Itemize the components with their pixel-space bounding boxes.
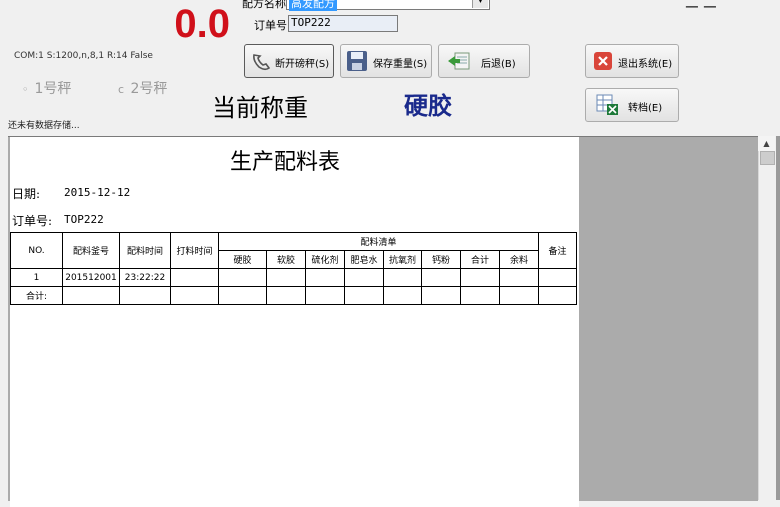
vertical-scrollbar[interactable]: [758, 136, 776, 500]
cell-material: [218, 268, 267, 287]
transfer-file-label: 转档(E): [628, 103, 663, 114]
com-port-status: COM:1 S:1200,n,8,1 R:14 False: [14, 51, 153, 61]
formula-label: 配方名称:: [242, 0, 290, 10]
cell-empty: [266, 286, 306, 305]
scale-2-label: 2号秤: [130, 81, 168, 97]
header-material: 抗氧剂: [383, 250, 422, 269]
scroll-up-arrow-icon[interactable]: ▲: [758, 136, 775, 151]
cell-empty: [344, 286, 384, 305]
header-material: 钙粉: [421, 250, 461, 269]
header-material: 硬胶: [218, 250, 267, 269]
cell-empty: [170, 286, 219, 305]
cell-no: 1: [10, 268, 63, 287]
table-total-row: 合计:: [10, 286, 577, 305]
cell-empty: [421, 286, 461, 305]
header-material: 软胶: [266, 250, 306, 269]
scale-1-label: 1号秤: [34, 81, 72, 97]
status-message: 还未有数据存储...: [8, 121, 80, 131]
cell-material: [499, 268, 539, 287]
report-order-value: TOP222: [64, 213, 104, 226]
header-batch-no: 配料釜号: [62, 232, 120, 269]
cell-material: [266, 268, 306, 287]
cell-empty: [62, 286, 120, 305]
back-arrow-icon: [448, 52, 470, 70]
report-order-label: 订单号:: [12, 214, 53, 228]
cell-material: [383, 268, 422, 287]
header-material: 肥皂水: [344, 250, 384, 269]
radio-unselected-icon: c: [118, 83, 125, 96]
back-button[interactable]: 后退(B): [438, 44, 530, 78]
weight-readout: 0.0: [174, 2, 230, 46]
back-label: 后退(B): [481, 59, 516, 70]
scrollbar-thumb[interactable]: [760, 151, 775, 165]
disconnect-scale-label: 断开磅秤(S): [275, 59, 330, 70]
report-date-label: 日期:: [12, 187, 41, 201]
header-material: 合计: [460, 250, 500, 269]
cell-empty: [383, 286, 422, 305]
cell-batch-no: 201512001: [62, 268, 120, 287]
exit-system-button[interactable]: 退出系统(E): [585, 44, 679, 78]
cell-material: [421, 268, 461, 287]
disconnect-scale-button[interactable]: 断开磅秤(S): [244, 44, 334, 78]
table-row: 1 201512001 23:22:22: [10, 268, 577, 287]
header-material: 余料: [499, 250, 539, 269]
header-remark: 备注: [538, 232, 577, 269]
cell-material: [305, 268, 345, 287]
report-title: 生产配料表: [230, 150, 341, 175]
cell-empty: [538, 286, 577, 305]
cell-empty: [119, 286, 171, 305]
cell-material: [460, 268, 500, 287]
cell-empty: [218, 286, 267, 305]
batching-table: NO. 配料釜号 配料时间 打料时间 配料清单 备注 硬胶 软胶 硫化剂 肥皂水…: [10, 232, 577, 305]
top-right-indicator: ㄧㄧ: [684, 0, 721, 17]
phone-icon: [253, 54, 271, 71]
cell-empty: [305, 286, 345, 305]
save-weight-label: 保存重量(S): [373, 59, 428, 70]
cell-remark: [538, 268, 577, 287]
cell-empty: [460, 286, 500, 305]
header-pour-time: 打料时间: [170, 232, 219, 269]
right-edge-frame: [776, 136, 780, 500]
cell-batch-time: 23:22:22: [119, 268, 171, 287]
exit-system-label: 退出系统(E): [618, 59, 673, 70]
current-material-name: 硬胶: [404, 91, 452, 120]
transfer-file-button[interactable]: 转档(E): [585, 88, 679, 122]
radio-selected-icon: ◦: [22, 83, 29, 96]
cell-pour-time: [170, 268, 219, 287]
scale-1-radio[interactable]: ◦ 1号秤: [22, 78, 71, 98]
formula-select-value[interactable]: 高发配方: [289, 0, 337, 11]
header-material: 硫化剂: [305, 250, 345, 269]
excel-export-icon: [596, 94, 618, 115]
scale-2-radio[interactable]: c 2号秤: [118, 78, 167, 98]
chevron-down-icon[interactable]: ▼: [472, 0, 488, 8]
cell-material: [344, 268, 384, 287]
report-date-value: 2015-12-12: [64, 186, 131, 199]
order-input-value[interactable]: TOP222: [291, 16, 331, 29]
header-no: NO.: [10, 232, 63, 269]
close-icon: [594, 52, 612, 70]
current-weighing-title: 当前称重: [212, 94, 308, 122]
cell-empty: [499, 286, 539, 305]
order-label: 订单号:: [254, 19, 291, 32]
floppy-disk-icon: [347, 51, 367, 71]
save-weight-button[interactable]: 保存重量(S): [340, 44, 432, 78]
cell-total-label: 合计:: [10, 286, 63, 305]
header-batch-time: 配料时间: [119, 232, 171, 269]
header-materials-group: 配料清单: [218, 232, 539, 251]
